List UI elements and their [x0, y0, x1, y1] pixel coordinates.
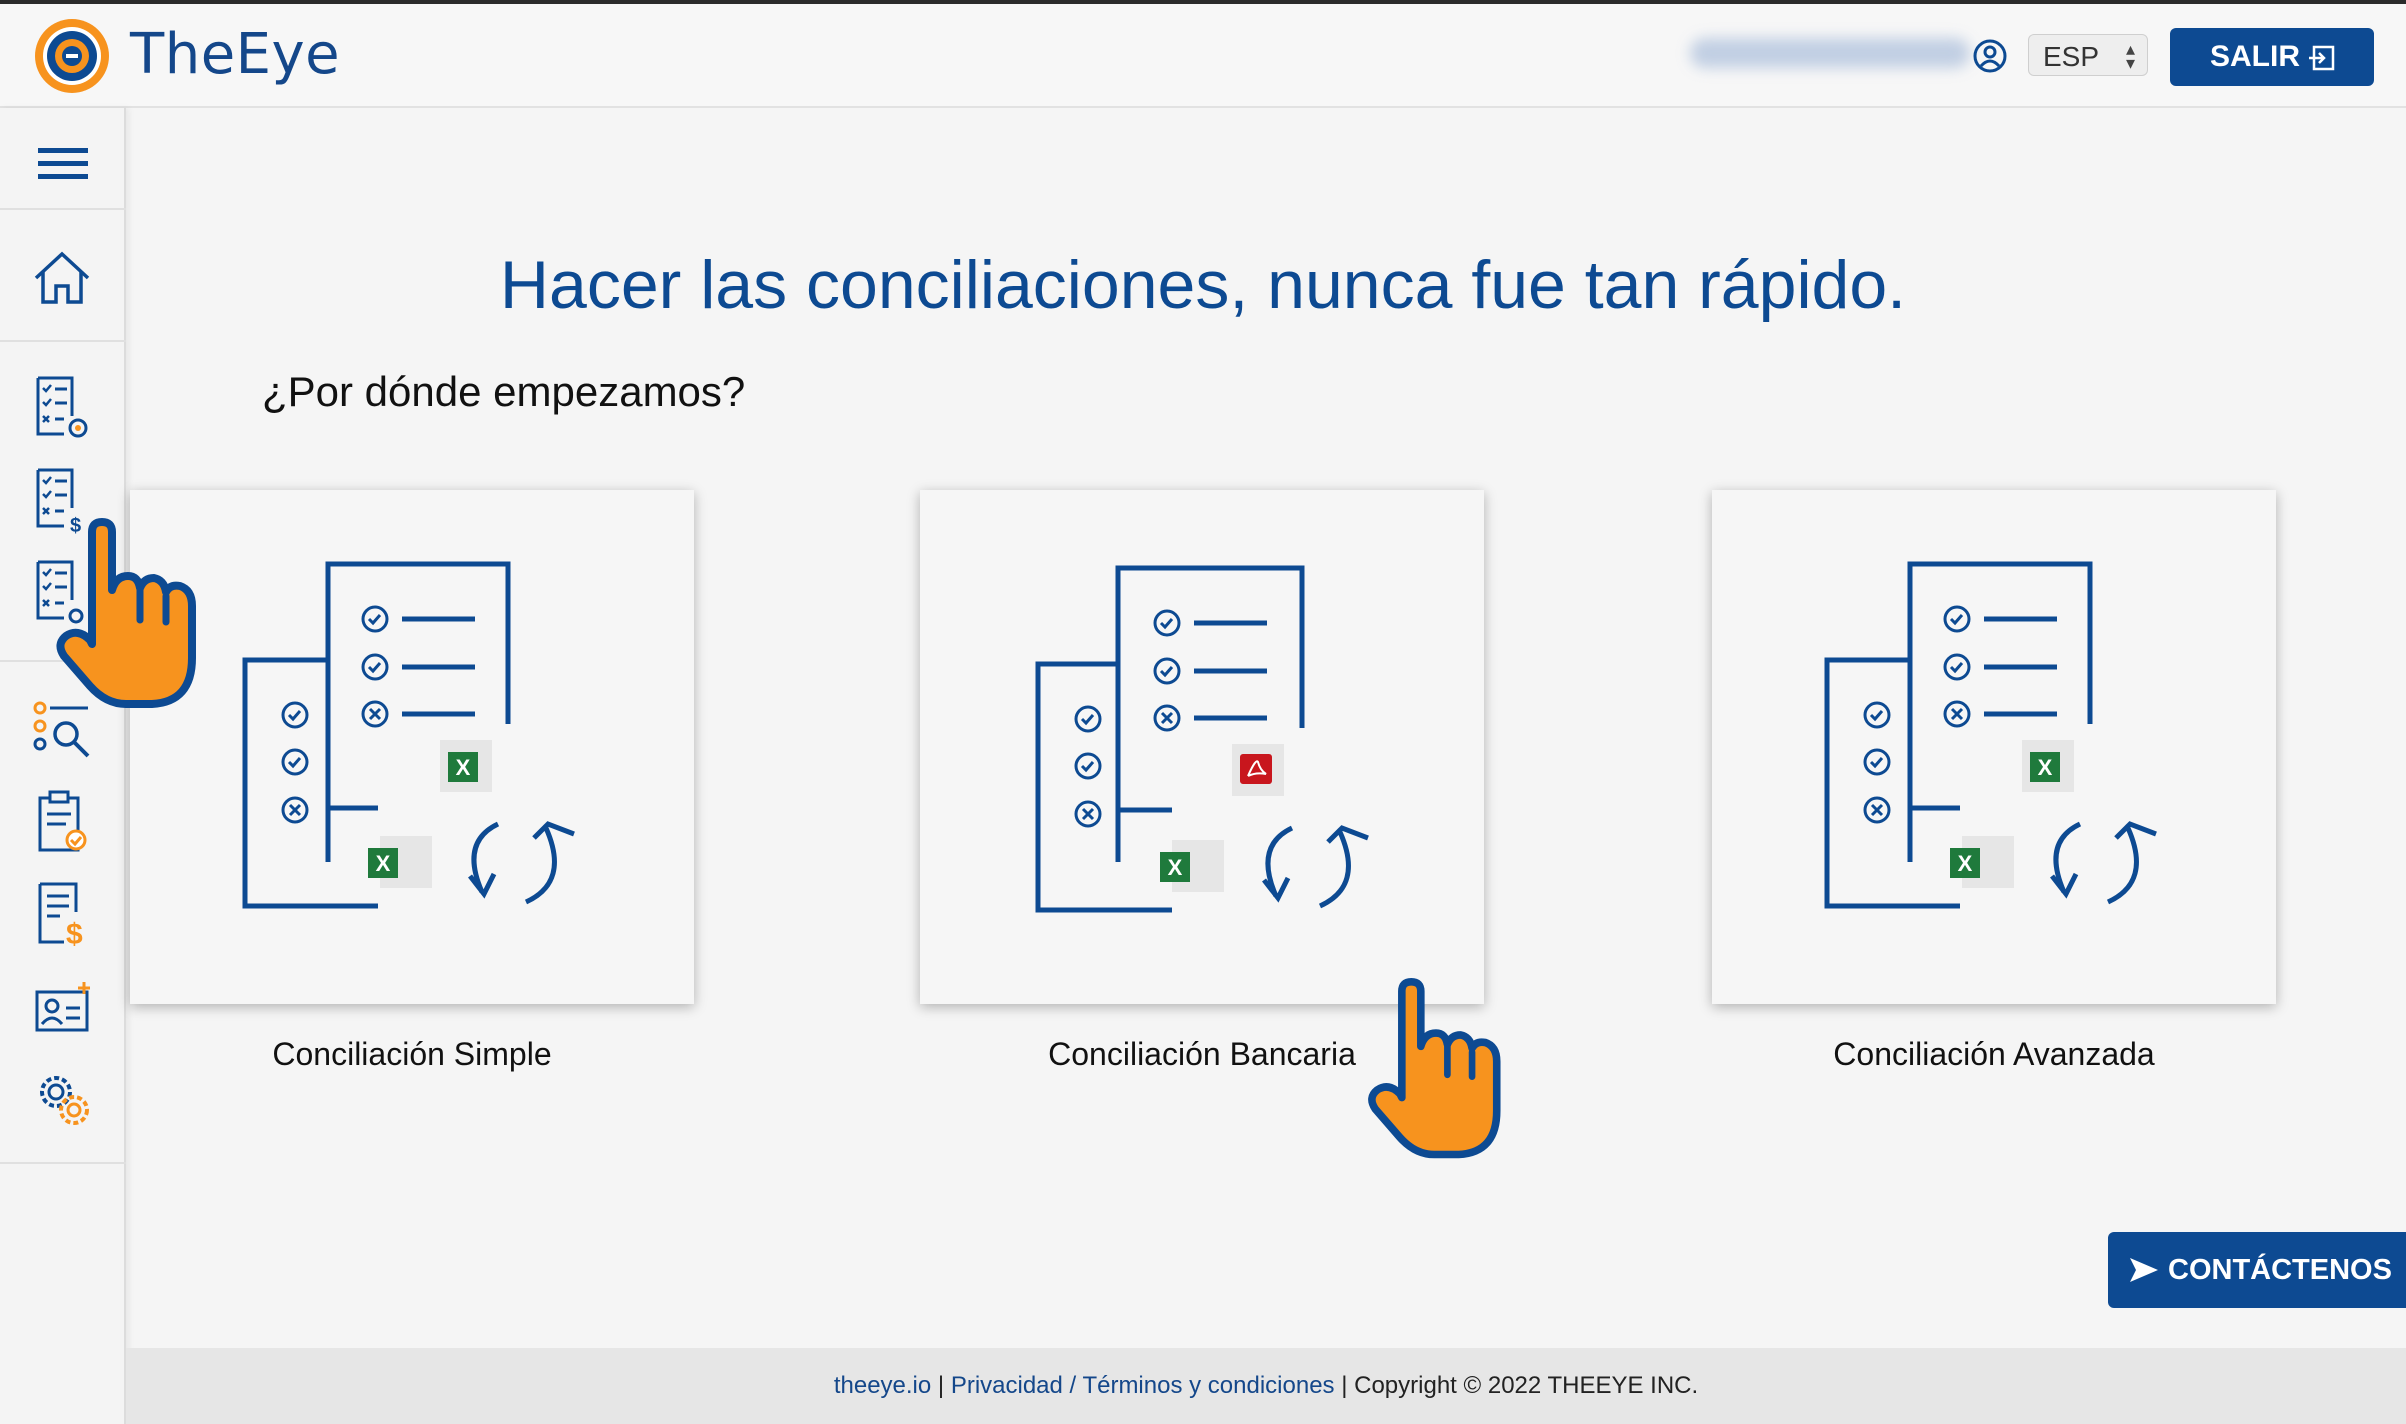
- documents-sync-illustration: X X: [242, 561, 575, 909]
- hand-pointer-icon: [56, 518, 196, 708]
- card-label-avanzada[interactable]: Conciliación Avanzada: [1712, 1036, 2276, 1073]
- svg-text:X: X: [376, 851, 391, 876]
- logout-button[interactable]: SALIR: [2170, 28, 2374, 86]
- contact-label: CONTÁCTENOS: [2168, 1254, 2392, 1286]
- add-user-card-icon[interactable]: [34, 980, 94, 1036]
- card-conciliacion-avanzada[interactable]: X X: [1712, 490, 2276, 1004]
- select-arrows-icon: ▴ ▾: [2125, 39, 2135, 73]
- svg-text:X: X: [2038, 755, 2053, 780]
- logout-icon: [2309, 45, 2335, 71]
- window-top-edge: [0, 0, 2406, 4]
- card-conciliacion-simple[interactable]: X X: [130, 490, 694, 1004]
- top-bar: TheEye ESP ▴ ▾ SALIR: [0, 0, 2406, 108]
- svg-text:$: $: [66, 918, 83, 946]
- send-icon: [2130, 1258, 2158, 1282]
- page-headline: Hacer las conciliaciones, nunca fue tan …: [499, 247, 1907, 323]
- logout-label: SALIR: [2210, 40, 2300, 73]
- sidebar: $ $: [0, 108, 126, 1424]
- theeye-logo-icon: [35, 19, 109, 93]
- svg-text:X: X: [1168, 855, 1183, 880]
- contact-button[interactable]: CONTÁCTENOS: [2108, 1232, 2406, 1308]
- documents-sync-illustration: X X: [1824, 561, 2157, 909]
- clipboard-check-icon[interactable]: [36, 790, 92, 854]
- user-avatar-icon[interactable]: [1972, 38, 2008, 74]
- pdf-icon: [1240, 754, 1272, 784]
- footer-separator: |: [931, 1372, 951, 1399]
- footer-copyright: | Copyright © 2022 THEEYE INC.: [1334, 1372, 1699, 1399]
- invoice-dollar-icon[interactable]: $: [36, 882, 92, 946]
- footer-site-link[interactable]: theeye.io: [834, 1372, 931, 1399]
- card-conciliacion-bancaria[interactable]: X: [920, 490, 1484, 1004]
- hand-pointer-icon: [1368, 978, 1501, 1159]
- svg-text:X: X: [1958, 851, 1973, 876]
- page-subtitle: ¿Por dónde empezamos?: [262, 368, 746, 415]
- checklist-gear-icon[interactable]: [34, 376, 92, 442]
- documents-sync-illustration: X: [1035, 565, 1369, 913]
- user-email-blurred: [1690, 38, 1970, 68]
- svg-text:X: X: [456, 755, 471, 780]
- menu-icon[interactable]: [38, 146, 88, 182]
- settings-gears-icon[interactable]: [34, 1070, 94, 1130]
- home-icon[interactable]: [32, 248, 92, 308]
- footer-privacy-link[interactable]: Privacidad / Términos y condiciones: [951, 1372, 1335, 1399]
- card-label-simple[interactable]: Conciliación Simple: [130, 1036, 694, 1073]
- footer: theeye.io | Privacidad / Términos y cond…: [126, 1348, 2406, 1424]
- language-value: ESP: [2043, 41, 2100, 72]
- brand-name: TheEye: [130, 22, 341, 87]
- language-select[interactable]: ESP ▴ ▾: [2028, 34, 2148, 76]
